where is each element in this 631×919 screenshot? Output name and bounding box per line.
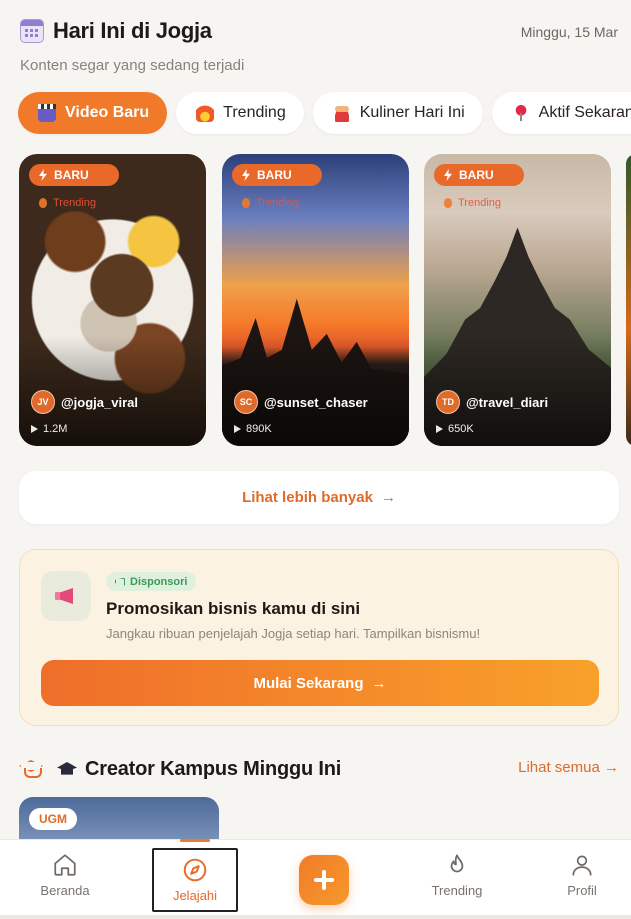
chip-video-baru[interactable]: Video Baru <box>18 92 168 134</box>
see-all-link[interactable]: Lihat semua → <box>518 759 619 776</box>
new-badge: BARU <box>232 164 322 186</box>
creator-handle: @sunset_chaser <box>264 394 368 410</box>
see-more-button[interactable]: Lihat lebih banyak → <box>19 471 619 524</box>
start-now-label: Mulai Sekarang <box>253 674 364 692</box>
create-button[interactable] <box>299 855 349 905</box>
chip-kuliner[interactable]: Kuliner Hari Ini <box>312 92 483 134</box>
megaphone-small-icon <box>115 577 125 586</box>
chip-label: Video Baru <box>65 104 150 121</box>
arrow-right-icon: → <box>371 674 387 692</box>
chip-trending[interactable]: Trending <box>176 92 304 134</box>
user-icon <box>572 855 592 876</box>
new-badge: BARU <box>29 164 119 186</box>
home-indicator <box>0 915 631 919</box>
page-subtitle: Konten segar yang sedang terjadi <box>20 57 245 74</box>
view-count-label: 1.2M <box>43 423 68 435</box>
bowl-icon <box>332 104 351 122</box>
chip-label: Aktif Sekarang <box>538 104 631 121</box>
arrow-right-icon: → <box>380 489 396 506</box>
video-carousel: BARU Trending JV @jogja_viral 1.2M BARU … <box>19 154 631 446</box>
creator-info[interactable]: SC @sunset_chaser <box>234 390 368 414</box>
chip-label: Trending <box>223 104 286 121</box>
play-icon <box>234 425 241 433</box>
creator-info[interactable]: JV @jogja_viral <box>31 390 138 414</box>
video-card-jogja-viral[interactable]: BARU Trending JV @jogja_viral 1.2M <box>19 154 206 446</box>
clapper-icon <box>38 104 56 122</box>
plus-icon <box>314 870 334 890</box>
active-tab-indicator <box>180 839 210 842</box>
nav-explore-label: Jelajahi <box>172 888 218 903</box>
view-count-label: 650K <box>448 423 474 435</box>
bolt-icon <box>242 169 250 181</box>
chip-label: Kuliner Hari Ini <box>359 104 465 121</box>
trending-badge: Trending <box>444 197 501 209</box>
nav-profile[interactable]: Profil <box>546 840 618 910</box>
trending-label: Trending <box>256 197 300 209</box>
new-badge-label: BARU <box>54 168 89 182</box>
video-card-sunset-chaser[interactable]: BARU Trending SC @sunset_chaser 890K <box>222 154 409 446</box>
page-header: Hari Ini di Jogja Minggu, 15 Mar Konten … <box>0 0 631 90</box>
see-more-label: Lihat lebih banyak <box>242 489 373 506</box>
flame-outline-icon <box>450 854 464 873</box>
creator-handle: @travel_diari <box>466 394 549 410</box>
trending-label: Trending <box>458 197 502 209</box>
video-card-partial[interactable] <box>626 154 631 446</box>
sponsored-promo-card: Disponsori Promosikan bisnis kamu di sin… <box>19 549 619 726</box>
promo-description: Jangkau ribuan penjelajah Jogja setiap h… <box>106 626 481 641</box>
trending-badge: Trending <box>39 197 96 209</box>
new-badge-label: BARU <box>257 168 292 182</box>
nav-profile-label: Profil <box>567 883 597 898</box>
fire-icon <box>196 104 215 122</box>
nav-home-label: Beranda <box>40 883 90 898</box>
nav-explore[interactable]: Jelajahi <box>152 848 238 912</box>
sponsored-badge: Disponsori <box>106 572 197 591</box>
flame-icon <box>242 198 250 208</box>
video-card-travel-diari[interactable]: BARU Trending TD @travel_diari 650K <box>424 154 611 446</box>
home-icon <box>54 854 76 876</box>
sponsored-label: Disponsori <box>130 575 188 588</box>
bolt-icon <box>39 169 47 181</box>
new-badge-label: BARU <box>459 168 494 182</box>
campus-tag: UGM <box>29 808 77 830</box>
avatar: TD <box>436 390 460 414</box>
filter-chips: Video Baru Trending Kuliner Hari Ini Akt… <box>18 92 631 134</box>
promo-title: Promosikan bisnis kamu di sini <box>106 599 361 618</box>
pin-icon <box>511 104 530 122</box>
flame-icon <box>39 198 47 208</box>
view-count: 650K <box>436 423 474 435</box>
compass-icon <box>183 858 207 882</box>
start-now-button[interactable]: Mulai Sekarang → <box>41 660 599 706</box>
promo-icon-box <box>41 571 91 621</box>
view-count: 890K <box>234 423 272 435</box>
play-icon <box>436 425 443 433</box>
creator-handle: @jogja_viral <box>61 394 138 410</box>
play-icon <box>31 425 38 433</box>
bolt-icon <box>444 169 452 181</box>
chip-aktif-sekarang[interactable]: Aktif Sekarang <box>491 92 631 134</box>
section-title: Creator Kampus Minggu Ini <box>85 757 342 780</box>
trending-label: Trending <box>53 197 97 209</box>
creator-section-header: Creator Kampus Minggu Ini Lihat semua → <box>19 755 619 783</box>
nav-trending[interactable]: Trending <box>417 840 497 910</box>
nav-trending-label: Trending <box>431 883 483 898</box>
avatar: JV <box>31 390 55 414</box>
avatar: SC <box>234 390 258 414</box>
page-title: Hari Ini di Jogja <box>53 18 212 43</box>
view-count: 1.2M <box>31 423 67 435</box>
nav-home[interactable]: Beranda <box>24 840 106 910</box>
graduation-cap-icon <box>57 762 77 775</box>
megaphone-icon <box>55 588 77 604</box>
current-date: Minggu, 15 Mar <box>520 24 618 40</box>
calendar-icon <box>20 19 44 43</box>
view-count-label: 890K <box>246 423 272 435</box>
graduation-outline-icon <box>19 760 43 778</box>
creator-info[interactable]: TD @travel_diari <box>436 390 548 414</box>
new-badge: BARU <box>434 164 524 186</box>
title-row: Hari Ini di Jogja <box>20 18 212 44</box>
trending-badge: Trending <box>242 197 299 209</box>
flame-icon <box>444 198 452 208</box>
